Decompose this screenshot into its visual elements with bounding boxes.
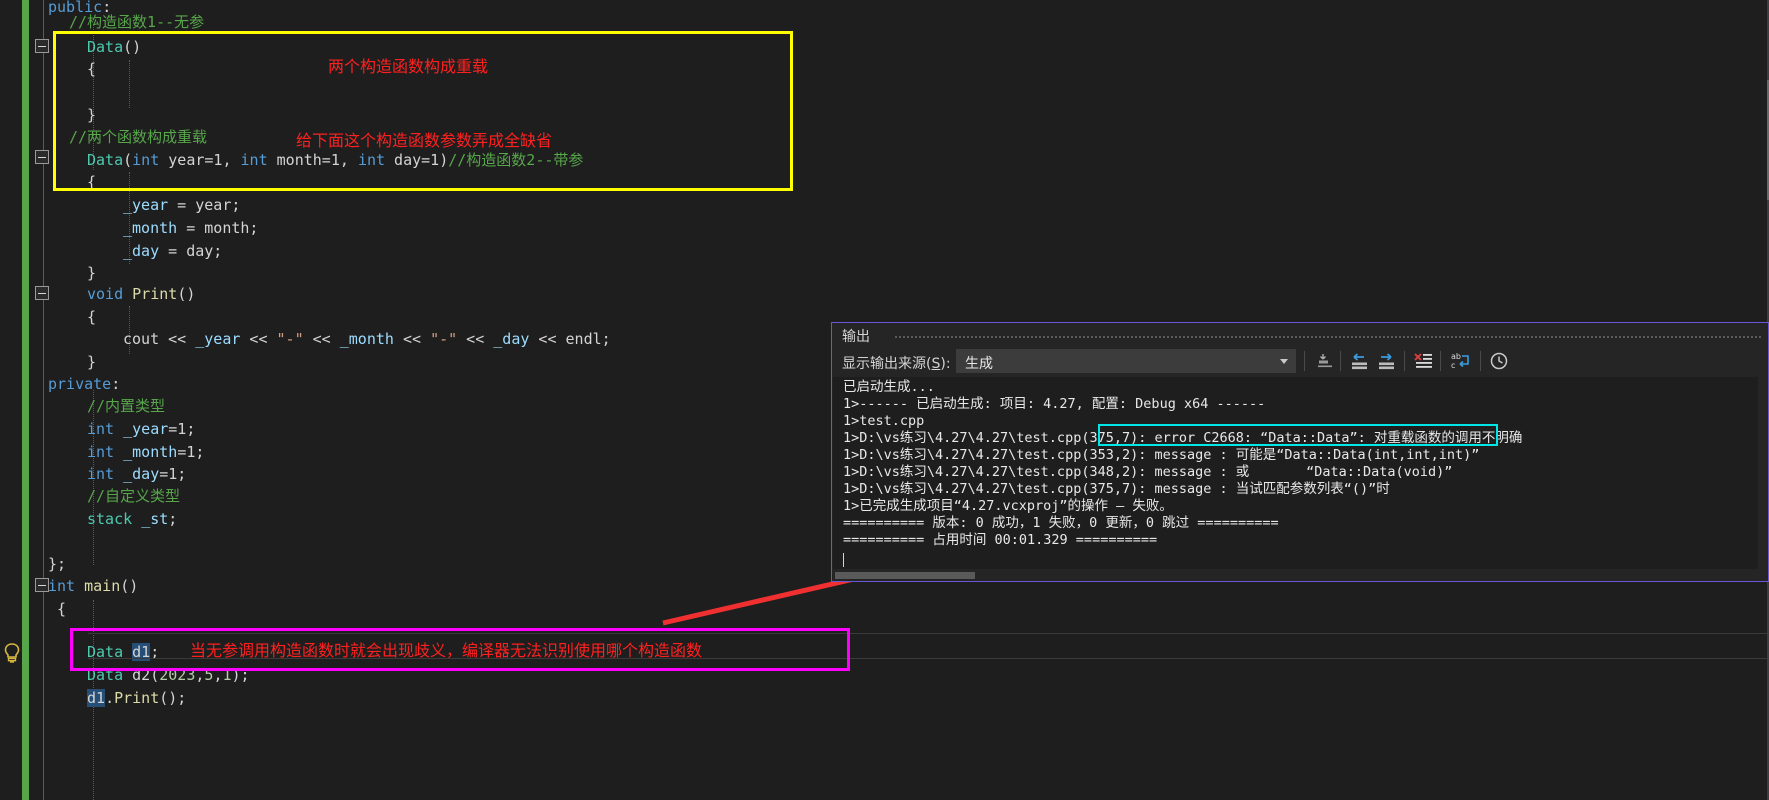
output-line: ========== 版本: 0 成功，1 失败，0 更新，0 跳过 =====… (843, 515, 1279, 531)
fold-toggle-print[interactable] (35, 286, 49, 300)
navigate-backward-icon[interactable] (1348, 350, 1372, 372)
output-line: 1>D:\vs练习\4.27\4.27\test.cpp(375,7): err… (843, 430, 1523, 446)
output-caret (843, 553, 844, 567)
output-source-value: 生成 (965, 356, 993, 372)
change-indicator-bar (22, 0, 29, 800)
clear-pane-icon[interactable] (1412, 350, 1436, 372)
output-horizontal-scrollbar[interactable] (833, 570, 1758, 581)
fold-toggle-ctor1[interactable] (35, 39, 49, 53)
clear-all-icon[interactable] (1314, 350, 1338, 372)
word-wrap-icon[interactable]: ab c (1449, 350, 1473, 372)
output-line: 1>D:\vs练习\4.27\4.27\test.cpp(375,7): mes… (843, 481, 1390, 497)
output-source-select[interactable]: 生成 (956, 349, 1296, 373)
svg-text:c: c (1451, 361, 1455, 370)
output-text-area[interactable]: 已启动生成... 1>------ 已启动生成: 项目: 4.27, 配置: D… (833, 377, 1758, 569)
editor-gutter (0, 0, 20, 800)
output-line: 1>D:\vs练习\4.27\4.27\test.cpp(348,2): mes… (843, 464, 1453, 480)
toolbar-separator (1340, 351, 1341, 371)
toolbar-separator (1304, 351, 1305, 371)
outline-vertical-line (43, 0, 44, 800)
chevron-down-icon[interactable] (1280, 359, 1288, 364)
output-line: 1>------ 已启动生成: 项目: 4.27, 配置: Debug x64 … (843, 396, 1266, 412)
output-line: 已启动生成... (843, 379, 935, 395)
history-icon[interactable] (1488, 350, 1512, 372)
output-line: 1>test.cpp (843, 413, 925, 429)
fold-toggle-main[interactable] (35, 578, 49, 592)
output-line: 1>已完成生成项目“4.27.vcxproj”的操作 — 失败。 (843, 498, 1173, 514)
title-dotted-separator (894, 335, 1762, 339)
annotation-note-overload: 两个构造函数构成重载 (328, 57, 489, 76)
output-line: 1>D:\vs练习\4.27\4.27\test.cpp(353,2): mes… (843, 447, 1480, 463)
output-line: ========== 占用时间 00:01.329 ========== (843, 532, 1158, 548)
output-hscroll-thumb[interactable] (835, 572, 975, 579)
output-source-label: 显示输出来源(S): (842, 356, 951, 372)
output-panel-title: 输出 (842, 329, 870, 345)
annotation-note-ambiguous: 当无参调用构造函数时就会出现歧义，编译器无法识别使用哪个构造函数 (190, 641, 703, 660)
quick-actions-lightbulb-icon[interactable] (2, 642, 22, 664)
svg-text:ab: ab (1451, 352, 1461, 361)
annotation-note-default-args: 给下面这个构造函数参数弄成全缺省 (296, 131, 553, 150)
vs-editor-window: public: //构造函数1--无参 Data() { } //两个函数构成重… (0, 0, 1769, 800)
toolbar-separator (1404, 351, 1405, 371)
toolbar-separator (1440, 351, 1441, 371)
navigate-forward-icon[interactable] (1375, 350, 1399, 372)
toolbar-separator (1480, 351, 1481, 371)
fold-toggle-ctor2[interactable] (35, 150, 49, 164)
output-title-row: 输出 (832, 323, 1768, 348)
output-panel[interactable]: 输出 显示输出来源(S): 生成 ab c 已启动生成... 1>------ … (831, 322, 1769, 582)
output-toolbar[interactable]: 显示输出来源(S): 生成 ab c (832, 348, 1768, 376)
output-vertical-scrollbar[interactable] (1758, 349, 1768, 569)
